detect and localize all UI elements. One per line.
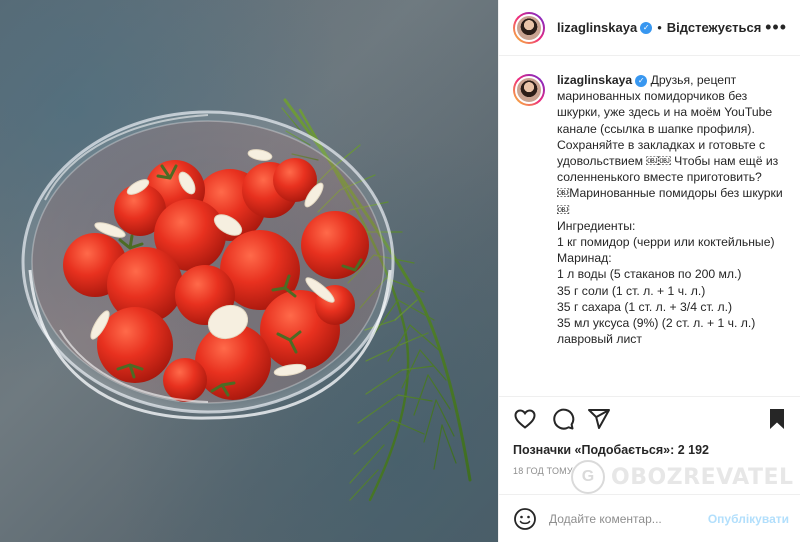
caption-username-link[interactable]: lizaglinskaya <box>557 73 632 87</box>
paper-plane-icon[interactable] <box>587 407 611 431</box>
caption-line: лавровый лист <box>557 332 642 347</box>
emoji-icon[interactable] <box>513 507 537 531</box>
heart-icon[interactable] <box>513 407 537 431</box>
caption-line: 35 г соли (1 ст. л. + 1 ч. л.) <box>557 283 706 298</box>
caption-area: lizaglinskaya ✓ Друзья, рецепт маринованн… <box>499 56 800 396</box>
post-photo[interactable] <box>0 0 498 542</box>
obozrevatel-watermark: G OBOZREVATEL <box>571 460 794 494</box>
caption-avatar[interactable] <box>513 74 545 106</box>
post-actions <box>499 396 800 440</box>
caption-line: Ингредиенты: <box>557 218 636 233</box>
more-options-icon[interactable]: ••• <box>765 18 787 36</box>
tomatoes-photo-illustration <box>21 98 472 502</box>
comment-icon[interactable] <box>551 407 575 431</box>
comment-input[interactable] <box>549 511 699 526</box>
bookmark-icon[interactable] <box>765 407 789 431</box>
post-header: lizaglinskaya ✓ • Відстежується ••• <box>499 0 800 56</box>
watermark-text: OBOZREVATEL <box>611 464 794 490</box>
verified-badge-icon: ✓ <box>635 74 648 87</box>
post-time: 18 год тому <box>513 466 573 476</box>
comment-bar: Опублікувати <box>499 494 800 542</box>
avatar[interactable] <box>513 11 545 44</box>
caption-line: 35 г сахара (1 ст. л. + 3/4 ст. л.) <box>557 299 733 314</box>
caption-line: 1 л воды (5 стаканов по 200 мл.) <box>557 267 742 282</box>
post-sidebar: lizaglinskaya ✓ • Відстежується ••• liza… <box>498 0 800 542</box>
likes-count[interactable]: Позначки «Подобається»: 2 192 <box>513 443 709 457</box>
verified-badge-icon: ✓ <box>640 21 653 34</box>
caption-line: 35 мл уксуса (9%) (2 ст. л. + 1 ч. л.) <box>557 316 756 331</box>
post-comment-button[interactable]: Опублікувати <box>708 512 789 526</box>
follow-status-button[interactable]: Відстежується <box>667 20 762 35</box>
caption-line: Друзья, рецепт маринованных помидорчиков… <box>557 73 782 185</box>
separator-dot: • <box>657 20 662 35</box>
caption-line: Маринад: <box>557 251 612 266</box>
caption-text: lizaglinskaya ✓ Друзья, рецепт маринованн… <box>557 72 789 347</box>
caption-line: 1 кг помидор (черри или коктейльные) <box>557 235 775 250</box>
username-link[interactable]: lizaglinskaya <box>557 20 637 35</box>
caption-line: ￼Маринованные помидоры без шкурки￼ <box>557 186 783 217</box>
watermark-logo-icon: G <box>571 460 605 494</box>
